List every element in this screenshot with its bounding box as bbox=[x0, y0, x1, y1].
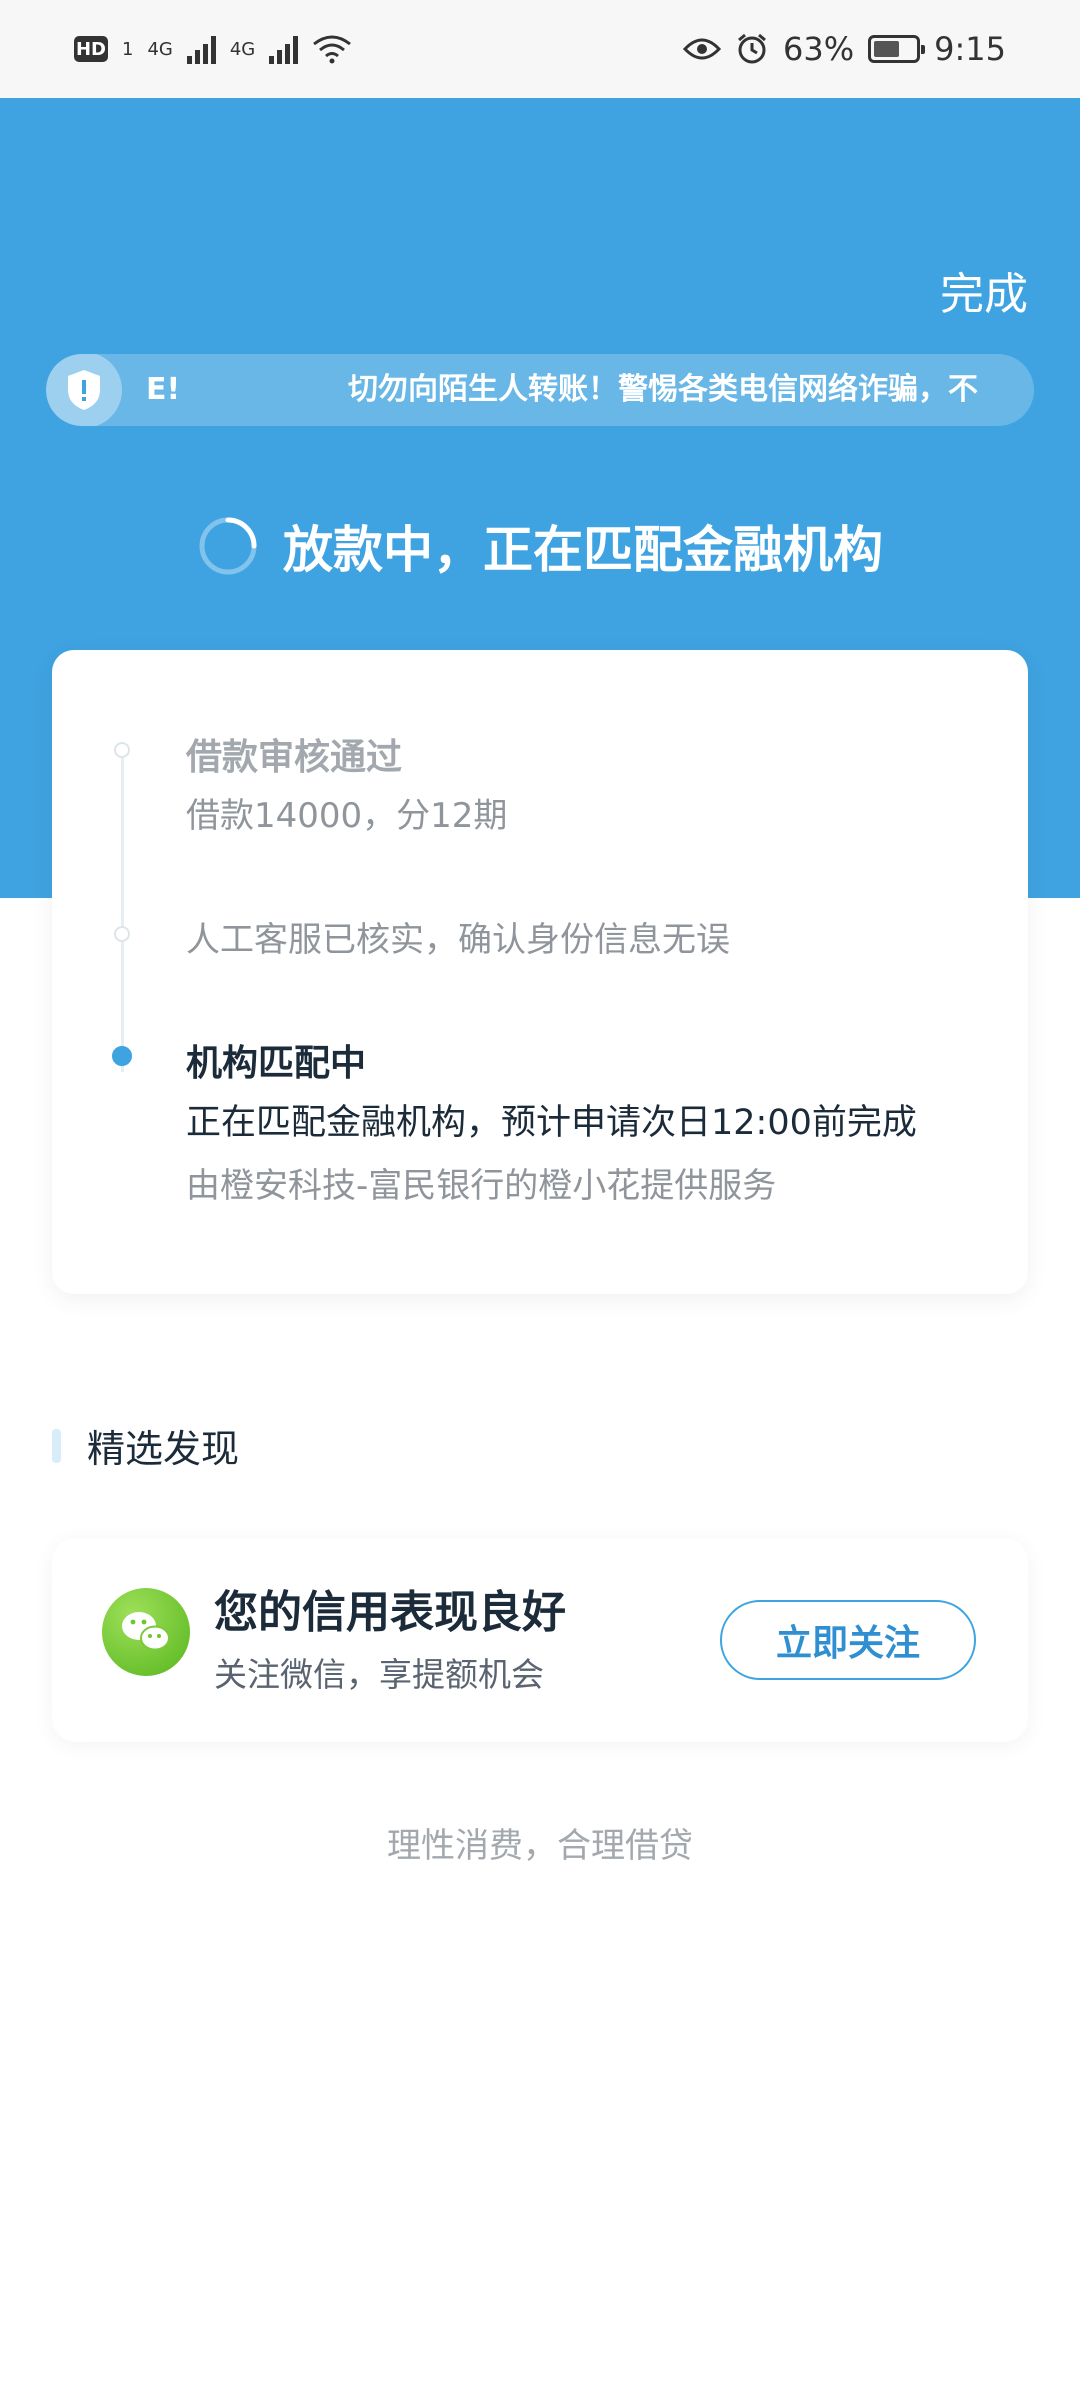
hd-voice-icon: HD bbox=[74, 36, 108, 62]
step-1-detail: 借款14000，分12期 bbox=[186, 796, 508, 836]
step-3-provider: 由橙安科技-富民银行的橙小花提供服务 bbox=[186, 1166, 777, 1206]
battery-level bbox=[874, 41, 900, 57]
network-type-2: 4G bbox=[229, 38, 256, 60]
loan-status-title: 放款中，正在匹配金融机构 bbox=[283, 521, 883, 579]
responsible-lending-note: 理性消费，合理借贷 bbox=[387, 1826, 693, 1866]
wifi-icon bbox=[313, 35, 352, 64]
section-accent-bar bbox=[52, 1428, 61, 1463]
timeline-dot-1 bbox=[114, 742, 130, 758]
done-button[interactable]: 完成 bbox=[940, 258, 1028, 322]
eye-icon bbox=[683, 38, 722, 60]
battery-icon bbox=[868, 35, 926, 63]
promo-title: 您的信用表现良好 bbox=[214, 1587, 566, 1638]
step-3-title: 机构匹配中 bbox=[186, 1043, 367, 1084]
status-bar: HD 1 4G 4G 63% 9:15 bbox=[0, 0, 1080, 98]
follow-now-button[interactable]: 立即关注 bbox=[720, 1600, 976, 1680]
status-right: 63% 9:15 bbox=[683, 30, 1006, 68]
signal-icon-1 bbox=[186, 34, 216, 64]
discover-section-header: 精选发现 bbox=[52, 1418, 239, 1473]
sim-index: 1 bbox=[122, 38, 134, 60]
clock-time: 9:15 bbox=[934, 30, 1006, 68]
section-title: 精选发现 bbox=[87, 1427, 240, 1471]
timeline-line bbox=[121, 750, 124, 1072]
wechat-promo-card[interactable]: 您的信用表现良好 关注微信，享提额机会 立即关注 bbox=[52, 1538, 1028, 1742]
status-left: HD 1 4G 4G bbox=[74, 34, 352, 64]
promo-subtitle: 关注微信，享提额机会 bbox=[214, 1655, 544, 1694]
step-3-detail: 正在匹配金融机构，预计申请次日12:00前完成 bbox=[186, 1103, 917, 1143]
alarm-icon bbox=[738, 33, 766, 64]
progress-card: 借款审核通过 借款14000，分12期 人工客服已核实，确认身份信息无误 机构匹… bbox=[52, 650, 1028, 1294]
notice-text: 切勿向陌生人转账！警惕各类电信网络诈骗，不 bbox=[348, 372, 978, 407]
loan-status-line: 放款中，正在匹配金融机构 bbox=[0, 510, 1080, 582]
step-1-title: 借款审核通过 bbox=[186, 737, 403, 778]
loading-spinner-icon bbox=[199, 517, 257, 575]
timeline-dot-active bbox=[112, 1046, 132, 1066]
signal-icon-2 bbox=[269, 34, 299, 64]
notice-text-fragment: E! bbox=[146, 372, 181, 407]
shield-alert-icon bbox=[46, 354, 122, 426]
fraud-notice-banner: E! 切勿向陌生人转账！警惕各类电信网络诈骗，不 bbox=[46, 354, 1034, 426]
battery-percent: 63% bbox=[783, 30, 855, 68]
network-type-1: 4G bbox=[147, 38, 173, 60]
wechat-icon bbox=[102, 1588, 190, 1676]
timeline-dot-2 bbox=[114, 926, 130, 942]
step-2-detail: 人工客服已核实，确认身份信息无误 bbox=[186, 920, 730, 960]
